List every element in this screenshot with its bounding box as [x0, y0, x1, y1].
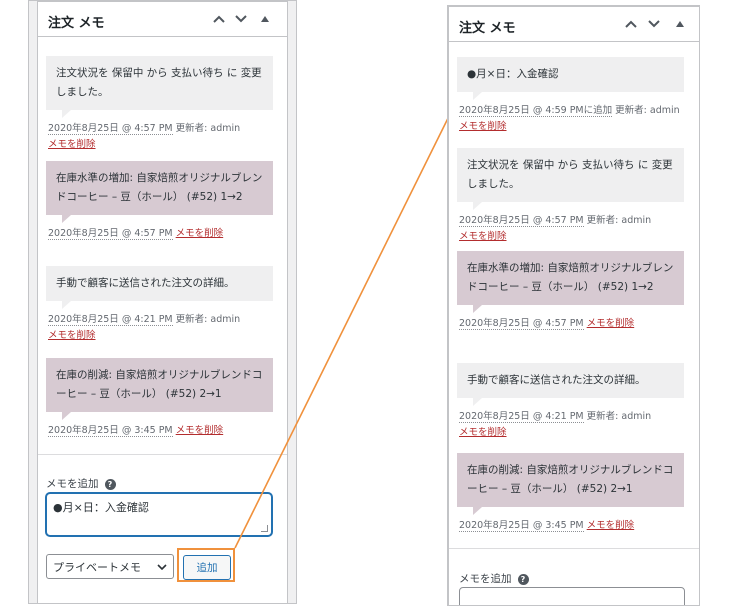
triangle-up-icon[interactable] [671, 15, 689, 33]
divider [449, 548, 699, 549]
note-author: 更新者: admin [586, 411, 652, 422]
note-author: 更新者: admin [586, 215, 652, 226]
help-icon[interactable]: ? [517, 574, 529, 585]
chevron-down-icon[interactable] [645, 15, 663, 33]
note-item: 手動で顧客に送信された注文の詳細。 2020年8月25日 @ 4:21 PM 更… [457, 363, 684, 441]
note-text: ●月×日：入金確認 [467, 68, 559, 80]
note-content: ●月×日：入金確認 [457, 57, 684, 100]
note-item: 在庫の削減: 自家焙煎オリジナルブレンドコーヒー – 豆（ホール） (#52) … [457, 453, 684, 534]
delete-note-link[interactable]: メモを削除 [459, 121, 507, 132]
note-meta: 2020年8月25日 @ 3:45 PM メモを削除 [457, 518, 684, 534]
note-content: 手動で顧客に送信された注文の詳細。 [457, 363, 684, 406]
chevron-up-icon[interactable] [622, 15, 640, 33]
note-date: 2020年8月25日 @ 4:57 PM [459, 215, 584, 227]
note-date: 2020年8月25日 @ 4:57 PM [459, 318, 584, 330]
delete-note-link[interactable]: メモを削除 [459, 231, 507, 242]
note-item: ●月×日：入金確認 2020年8月25日 @ 4:59 PMに追加 更新者: a… [457, 57, 684, 135]
note-content: 注文状況を 保留中 から 支払い待ち に 変更しました。 [457, 148, 684, 210]
note-date: 2020年8月25日 @ 4:59 PMに追加 [459, 105, 613, 117]
note-meta: 2020年8月25日 @ 4:57 PM メモを削除 [457, 316, 684, 332]
note-text: 手動で顧客に送信された注文の詳細。 [467, 374, 646, 386]
note-text: 在庫水準の増加: 自家焙煎オリジナルブレンドコーヒー – 豆（ホール） (#52… [467, 262, 674, 293]
note-item: 注文状況を 保留中 から 支払い待ち に 変更しました。 2020年8月25日 … [457, 148, 684, 245]
note-item: 在庫水準の増加: 自家焙煎オリジナルブレンドコーヒー – 豆（ホール） (#52… [457, 251, 684, 332]
note-content: 在庫の削減: 自家焙煎オリジナルブレンドコーヒー – 豆（ホール） (#52) … [457, 453, 684, 515]
note-date: 2020年8月25日 @ 3:45 PM [459, 520, 584, 532]
box-header: 注文 メモ [449, 7, 699, 42]
delete-note-link[interactable]: メモを削除 [459, 427, 507, 438]
box-title: 注文 メモ [459, 21, 516, 36]
note-meta: 2020年8月25日 @ 4:59 PMに追加 更新者: admin メモを削除 [457, 103, 684, 135]
note-meta: 2020年8月25日 @ 4:21 PM 更新者: admin メモを削除 [457, 409, 684, 441]
delete-note-link[interactable]: メモを削除 [587, 520, 635, 531]
order-notes-panel-after: 注文 メモ ●月×日：入金確認 2020年8月25日 @ 4:59 PMに追加 … [447, 5, 700, 606]
note-meta: 2020年8月25日 @ 4:57 PM 更新者: admin メモを削除 [457, 213, 684, 245]
note-date: 2020年8月25日 @ 4:21 PM [459, 411, 584, 423]
order-notes-box: 注文 メモ ●月×日：入金確認 2020年8月25日 @ 4:59 PMに追加 … [448, 6, 699, 605]
note-content: 在庫水準の増加: 自家焙煎オリジナルブレンドコーヒー – 豆（ホール） (#52… [457, 251, 684, 313]
note-text: 注文状況を 保留中 から 支払い待ち に 変更しました。 [467, 159, 673, 190]
add-note-label: メモを追加? [459, 571, 529, 586]
note-text: 在庫の削減: 自家焙煎オリジナルブレンドコーヒー – 豆（ホール） (#52) … [467, 464, 674, 495]
delete-note-link[interactable]: メモを削除 [587, 318, 635, 329]
note-textarea[interactable] [459, 587, 685, 605]
note-author: 更新者: admin [615, 105, 680, 116]
